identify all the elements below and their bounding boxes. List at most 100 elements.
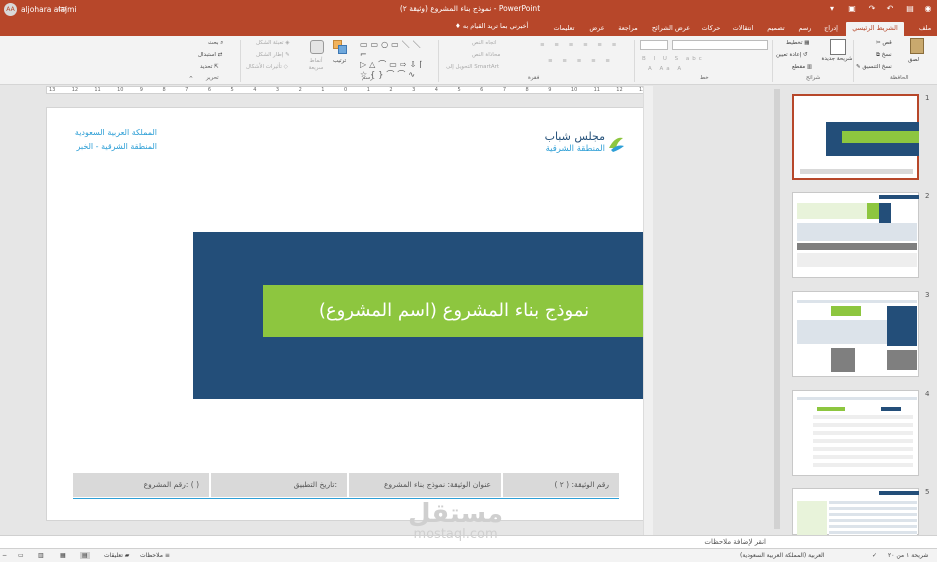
select-button[interactable]: تحديد ⇱ [200,64,219,70]
comments-toggle[interactable]: تعليقات ▰ [104,552,129,559]
shapes-gallery[interactable]: ▭▭○▭＼＼⌐ ▷△⌒▭⇨⇩⌈ ☆{}⌒⌒∿ [360,40,432,79]
thumbnail-number: 2 [925,192,930,200]
footer-project-number[interactable]: رقم المشروع: ( ) [73,473,209,497]
normal-view-icon[interactable]: ▤ [80,552,90,559]
footer-table[interactable]: رقم الوثيقة: ( ٢ ) عنوان الوثيقة: نموذج … [73,473,619,497]
reset-button[interactable]: إعادة تعيين ↺ [776,52,808,58]
quick-styles-label[interactable]: أنماط سريعة [302,58,330,72]
align-icons[interactable]: ≡ ≡ ≡ ≡ ≡ [548,58,614,64]
thumbnail-slide-4[interactable] [792,390,919,476]
collapse-ribbon-icon[interactable]: ⌃ [188,75,194,83]
tab-file[interactable]: ملف [915,22,935,36]
find-button[interactable]: بحث ⌕ [208,40,223,47]
cut-button[interactable]: ✂ قص [876,40,892,46]
arrange-label[interactable]: ترتيب [333,58,346,64]
font-name-box[interactable] [672,40,768,50]
logo[interactable]: مجلس شباب المنطقة الشرقية [535,130,625,158]
footer-doc-title[interactable]: عنوان الوثيقة: نموذج بناء المشروع [349,473,501,497]
new-slide-icon[interactable] [830,39,846,55]
thumbnail-slide-3[interactable] [792,291,919,377]
customize-qat-icon[interactable]: ▾ [826,3,838,15]
slide-canvas[interactable]: المملكة العربية السعودية المنطقة الشرقية… [46,107,645,521]
quick-styles-icon[interactable] [310,40,324,54]
thumbnail-number: 5 [925,488,930,496]
notes-toggle[interactable]: ملاحظات ≡ [140,552,170,559]
shape-outline-label: إطار الشكل [256,52,284,58]
shape-effects-button[interactable]: تأثيرات الأشكال ◇ [246,64,288,70]
reading-view-icon[interactable]: ▥ [38,552,44,559]
clipboard-icon [910,38,924,54]
org-line-1[interactable]: المملكة العربية السعودية [73,128,157,137]
list-icons[interactable]: ≡ ≡ ≡ ≡ ≡ ≡ [540,42,620,48]
paste-button[interactable] [908,38,926,56]
ruler-number: 10 [117,87,124,93]
section-button[interactable]: مقطع ▥ [792,64,812,70]
org-line-2[interactable]: المنطقة الشرقية - الخبر [73,142,157,151]
section-icon: ▥ [806,64,813,70]
comments-label: تعليقات [104,552,123,559]
language-indicator[interactable]: العربية (المملكة العربية السعودية) [740,552,825,559]
slide-title[interactable]: نموذج بناء المشروع (اسم المشروع) [263,285,645,337]
horizontal-ruler[interactable]: 13121110987654321012345678910111213 [46,86,645,94]
arrange-icon[interactable] [333,40,347,54]
tab-insert[interactable]: إدراج [820,22,842,36]
start-slideshow-icon[interactable]: ▣ [846,3,858,15]
ribbon: لصق ✂ قص ⧉ نسخ ✎ نسخ التنسيق الحافظة شري… [0,36,937,85]
autosave-icon[interactable]: ◉ [922,3,934,15]
thumbnail-slide-5[interactable] [792,488,919,535]
tab-review[interactable]: مراجعة [612,22,644,36]
slide-thumbnail-pane: 1 2 3 4 5 [773,86,937,535]
layout-button[interactable]: تخطيط ▦ [786,40,809,46]
thumbnail-slide-1[interactable] [792,94,919,180]
tab-draw[interactable]: رسم [794,22,816,36]
replace-button[interactable]: استبدال ⇄ [198,52,222,58]
separator [634,40,635,82]
tab-view[interactable]: عرض [586,22,608,36]
tab-slideshow[interactable]: عرض الشرائح [648,22,694,36]
brush-icon: ✎ [856,64,861,70]
align-text-button[interactable]: محاذاة النص [472,52,500,58]
comment-icon: ▰ [124,552,130,559]
ribbon-display-icon[interactable]: ▭ [55,2,69,16]
thumbnail-scrollbar[interactable] [774,89,780,529]
shape-effects-label: تأثيرات الأشكال [246,64,282,70]
tab-help[interactable]: تعليمات [546,22,582,36]
copy-button[interactable]: ⧉ نسخ [876,52,892,59]
font-format-icons[interactable]: B I U S abc [642,56,705,62]
group-font-label: خط [700,75,709,81]
tab-animations[interactable]: حركات [698,22,724,36]
tell-me-box[interactable]: ♦ أخبرني بما تريد القيام به [455,22,528,30]
footer-apply-date[interactable]: تاريخ التطبيق: [211,473,347,497]
accessibility-icon[interactable]: ✓ [872,552,877,559]
redo-icon[interactable]: ↷ [866,3,878,15]
tab-transitions[interactable]: انتقالات [728,22,758,36]
avatar[interactable]: AA [4,3,17,16]
slide-counter: شريحة ١ من ٢٠ [888,552,929,559]
tab-design[interactable]: تصميم [762,22,790,36]
smartart-button[interactable]: التحويل إلى SmartArt [446,64,499,70]
thumb-table [797,320,887,344]
save-icon[interactable]: ▤ [904,3,916,15]
font-color-icons[interactable]: A Aa A [648,66,684,72]
format-painter-label: نسخ التنسيق [862,64,892,70]
new-slide-label[interactable]: شريحة جديدة [820,56,854,62]
canvas-vertical-scrollbar[interactable] [643,86,653,535]
format-painter-button[interactable]: ✎ نسخ التنسيق [856,64,892,70]
notes-placeholder[interactable]: انقر لإضافة ملاحظات [640,538,766,546]
thumbnail-number: 3 [925,291,930,299]
footer-doc-number[interactable]: رقم الوثيقة: ( ٢ ) [503,473,619,497]
shape-fill-button[interactable]: تعبئة الشكل ◈ [256,40,290,46]
notes-pane[interactable]: انقر لإضافة ملاحظات [0,535,937,548]
undo-icon[interactable]: ↶ [884,3,896,15]
thumb-green-col [867,203,879,219]
tab-home[interactable]: الشريط الرئيسي [846,22,904,36]
zoom-out-icon[interactable]: − [2,552,7,559]
font-size-box[interactable] [640,40,668,50]
ruler-number: 9 [548,87,552,93]
slideshow-view-icon[interactable]: ▭ [18,552,24,559]
thumb-header [797,397,917,400]
shape-outline-button[interactable]: إطار الشكل ✎ [256,52,290,58]
text-direction-button[interactable]: اتجاه النص [472,40,497,46]
slide-sorter-icon[interactable]: ▦ [60,552,66,559]
thumbnail-slide-2[interactable] [792,192,919,278]
